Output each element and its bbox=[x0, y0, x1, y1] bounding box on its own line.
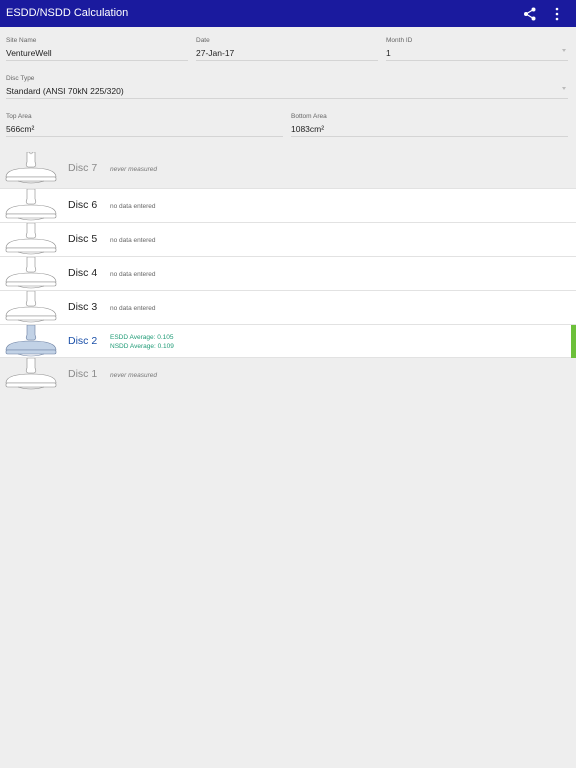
date-label: Date bbox=[196, 37, 210, 44]
disc-status: never measured bbox=[110, 166, 157, 173]
bottom-area-field: Bottom Area 1083cm² bbox=[291, 113, 568, 137]
dropdown-arrow-icon bbox=[562, 49, 566, 52]
insulator-disc-icon bbox=[5, 152, 57, 184]
disc-row-1[interactable]: Disc 1 never measured bbox=[0, 358, 576, 392]
insulator-disc-icon bbox=[5, 291, 57, 323]
top-area-label: Top Area bbox=[6, 113, 32, 120]
disc-status: never measured bbox=[110, 372, 157, 379]
disc-type-field[interactable]: Disc Type Standard (ANSI 70kN 225/320) bbox=[6, 75, 568, 99]
disc-type-value: Standard (ANSI 70kN 225/320) bbox=[6, 86, 124, 96]
top-area-value: 566cm² bbox=[6, 124, 35, 134]
selected-indicator bbox=[571, 325, 576, 358]
insulator-disc-icon bbox=[5, 257, 57, 289]
divider bbox=[6, 60, 188, 61]
disc-name: Disc 6 bbox=[68, 199, 98, 211]
date-value: 27-Jan-17 bbox=[196, 48, 235, 58]
esdd-average: ESDD Average: 0.105 bbox=[110, 334, 174, 341]
divider bbox=[386, 60, 568, 61]
more-vert-icon[interactable] bbox=[549, 6, 565, 22]
disc-name: Disc 4 bbox=[68, 267, 98, 279]
insulator-disc-icon bbox=[5, 223, 57, 255]
insulator-disc-icon-selected bbox=[5, 325, 57, 357]
disc-name: Disc 2 bbox=[68, 335, 98, 347]
site-name-value: VentureWell bbox=[6, 48, 52, 58]
date-field[interactable]: Date 27-Jan-17 bbox=[196, 37, 378, 61]
disc-status: no data entered bbox=[110, 305, 156, 312]
divider bbox=[6, 98, 568, 99]
disc-status: no data entered bbox=[110, 203, 156, 210]
site-name-field[interactable]: Site Name VentureWell bbox=[6, 37, 188, 61]
top-area-field: Top Area 566cm² bbox=[6, 113, 283, 137]
insulator-disc-icon bbox=[5, 358, 57, 390]
dropdown-arrow-icon bbox=[562, 87, 566, 90]
disc-name: Disc 7 bbox=[68, 162, 98, 174]
disc-name: Disc 3 bbox=[68, 301, 98, 313]
disc-row-5[interactable]: Disc 5 no data entered bbox=[0, 222, 576, 256]
disc-type-label: Disc Type bbox=[6, 75, 35, 82]
disc-name: Disc 5 bbox=[68, 233, 98, 245]
month-id-label: Month ID bbox=[386, 37, 413, 44]
nsdd-average: NSDD Average: 0.109 bbox=[110, 343, 174, 350]
insulator-disc-icon bbox=[5, 189, 57, 221]
divider bbox=[291, 136, 568, 137]
share-icon[interactable] bbox=[522, 6, 538, 22]
disc-status: no data entered bbox=[110, 271, 156, 278]
disc-name: Disc 1 bbox=[68, 368, 98, 380]
divider bbox=[6, 136, 283, 137]
month-id-field[interactable]: Month ID 1 bbox=[386, 37, 568, 61]
disc-row-4[interactable]: Disc 4 no data entered bbox=[0, 256, 576, 290]
disc-row-2[interactable]: Disc 2 ESDD Average: 0.105 NSDD Average:… bbox=[0, 324, 576, 358]
month-id-value: 1 bbox=[386, 48, 391, 58]
bottom-area-label: Bottom Area bbox=[291, 113, 327, 120]
bottom-area-value: 1083cm² bbox=[291, 124, 325, 134]
disc-row-6[interactable]: Disc 6 no data entered bbox=[0, 188, 576, 222]
app-bar: ESDD/NSDD Calculation bbox=[0, 0, 576, 27]
disc-status: no data entered bbox=[110, 237, 156, 244]
site-name-label: Site Name bbox=[6, 37, 37, 44]
app-title: ESDD/NSDD Calculation bbox=[6, 7, 129, 19]
disc-row-7[interactable]: Disc 7 never measured bbox=[0, 152, 576, 186]
disc-row-3[interactable]: Disc 3 no data entered bbox=[0, 290, 576, 324]
divider bbox=[196, 60, 378, 61]
